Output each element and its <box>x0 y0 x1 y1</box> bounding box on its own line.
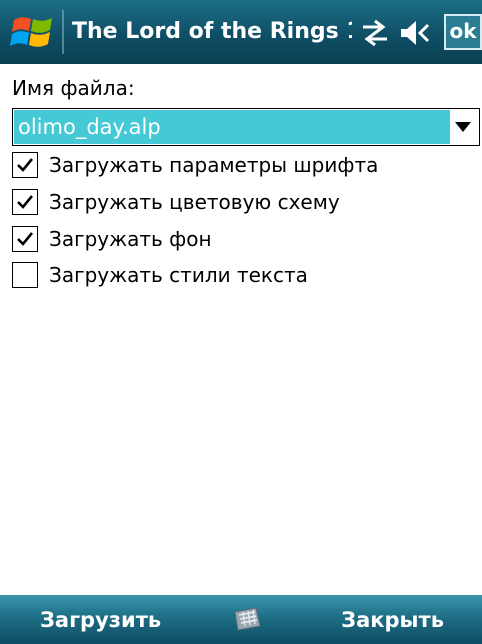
load-softkey[interactable]: Загрузить <box>40 605 161 635</box>
ok-button[interactable]: ok <box>444 14 482 50</box>
option-label: Загружать параметры шрифта <box>49 153 379 177</box>
checkbox[interactable] <box>12 189 38 215</box>
filename-dropdown[interactable]: olimo_day.alp <box>12 108 480 146</box>
close-softkey[interactable]: Закрыть <box>341 605 444 635</box>
checkbox[interactable] <box>12 226 38 252</box>
title-bar: The Lord of the Rings 1. F ok <box>0 0 482 64</box>
windows-flag-icon <box>10 17 52 47</box>
softkey-bar: Загрузить Закрыть <box>0 595 482 644</box>
option-load-background[interactable]: Загружать фон <box>12 223 212 255</box>
checkbox[interactable] <box>12 262 38 288</box>
option-load-font-params[interactable]: Загружать параметры шрифта <box>12 149 378 181</box>
title-separator <box>62 10 64 54</box>
checkbox[interactable] <box>12 152 38 178</box>
connectivity-icon[interactable] <box>359 18 391 48</box>
filename-label: Имя файла: <box>12 76 135 100</box>
option-label: Загружать стили текста <box>49 263 308 287</box>
filename-selected-value: olimo_day.alp <box>14 110 450 144</box>
checkmark-icon <box>17 195 34 209</box>
start-button[interactable] <box>10 10 56 54</box>
checkmark-icon <box>17 232 34 246</box>
option-load-color-scheme[interactable]: Загружать цветовую схему <box>12 186 340 218</box>
option-label: Загружать цветовую схему <box>49 190 340 214</box>
window-title: The Lord of the Rings 1. F <box>72 19 352 44</box>
option-label: Загружать фон <box>49 227 212 251</box>
keyboard-icon[interactable] <box>232 606 262 632</box>
dropdown-arrow-icon[interactable] <box>451 120 475 134</box>
checkmark-icon <box>17 158 34 172</box>
option-load-text-styles[interactable]: Загружать стили текста <box>12 259 308 291</box>
volume-icon[interactable] <box>398 17 436 49</box>
